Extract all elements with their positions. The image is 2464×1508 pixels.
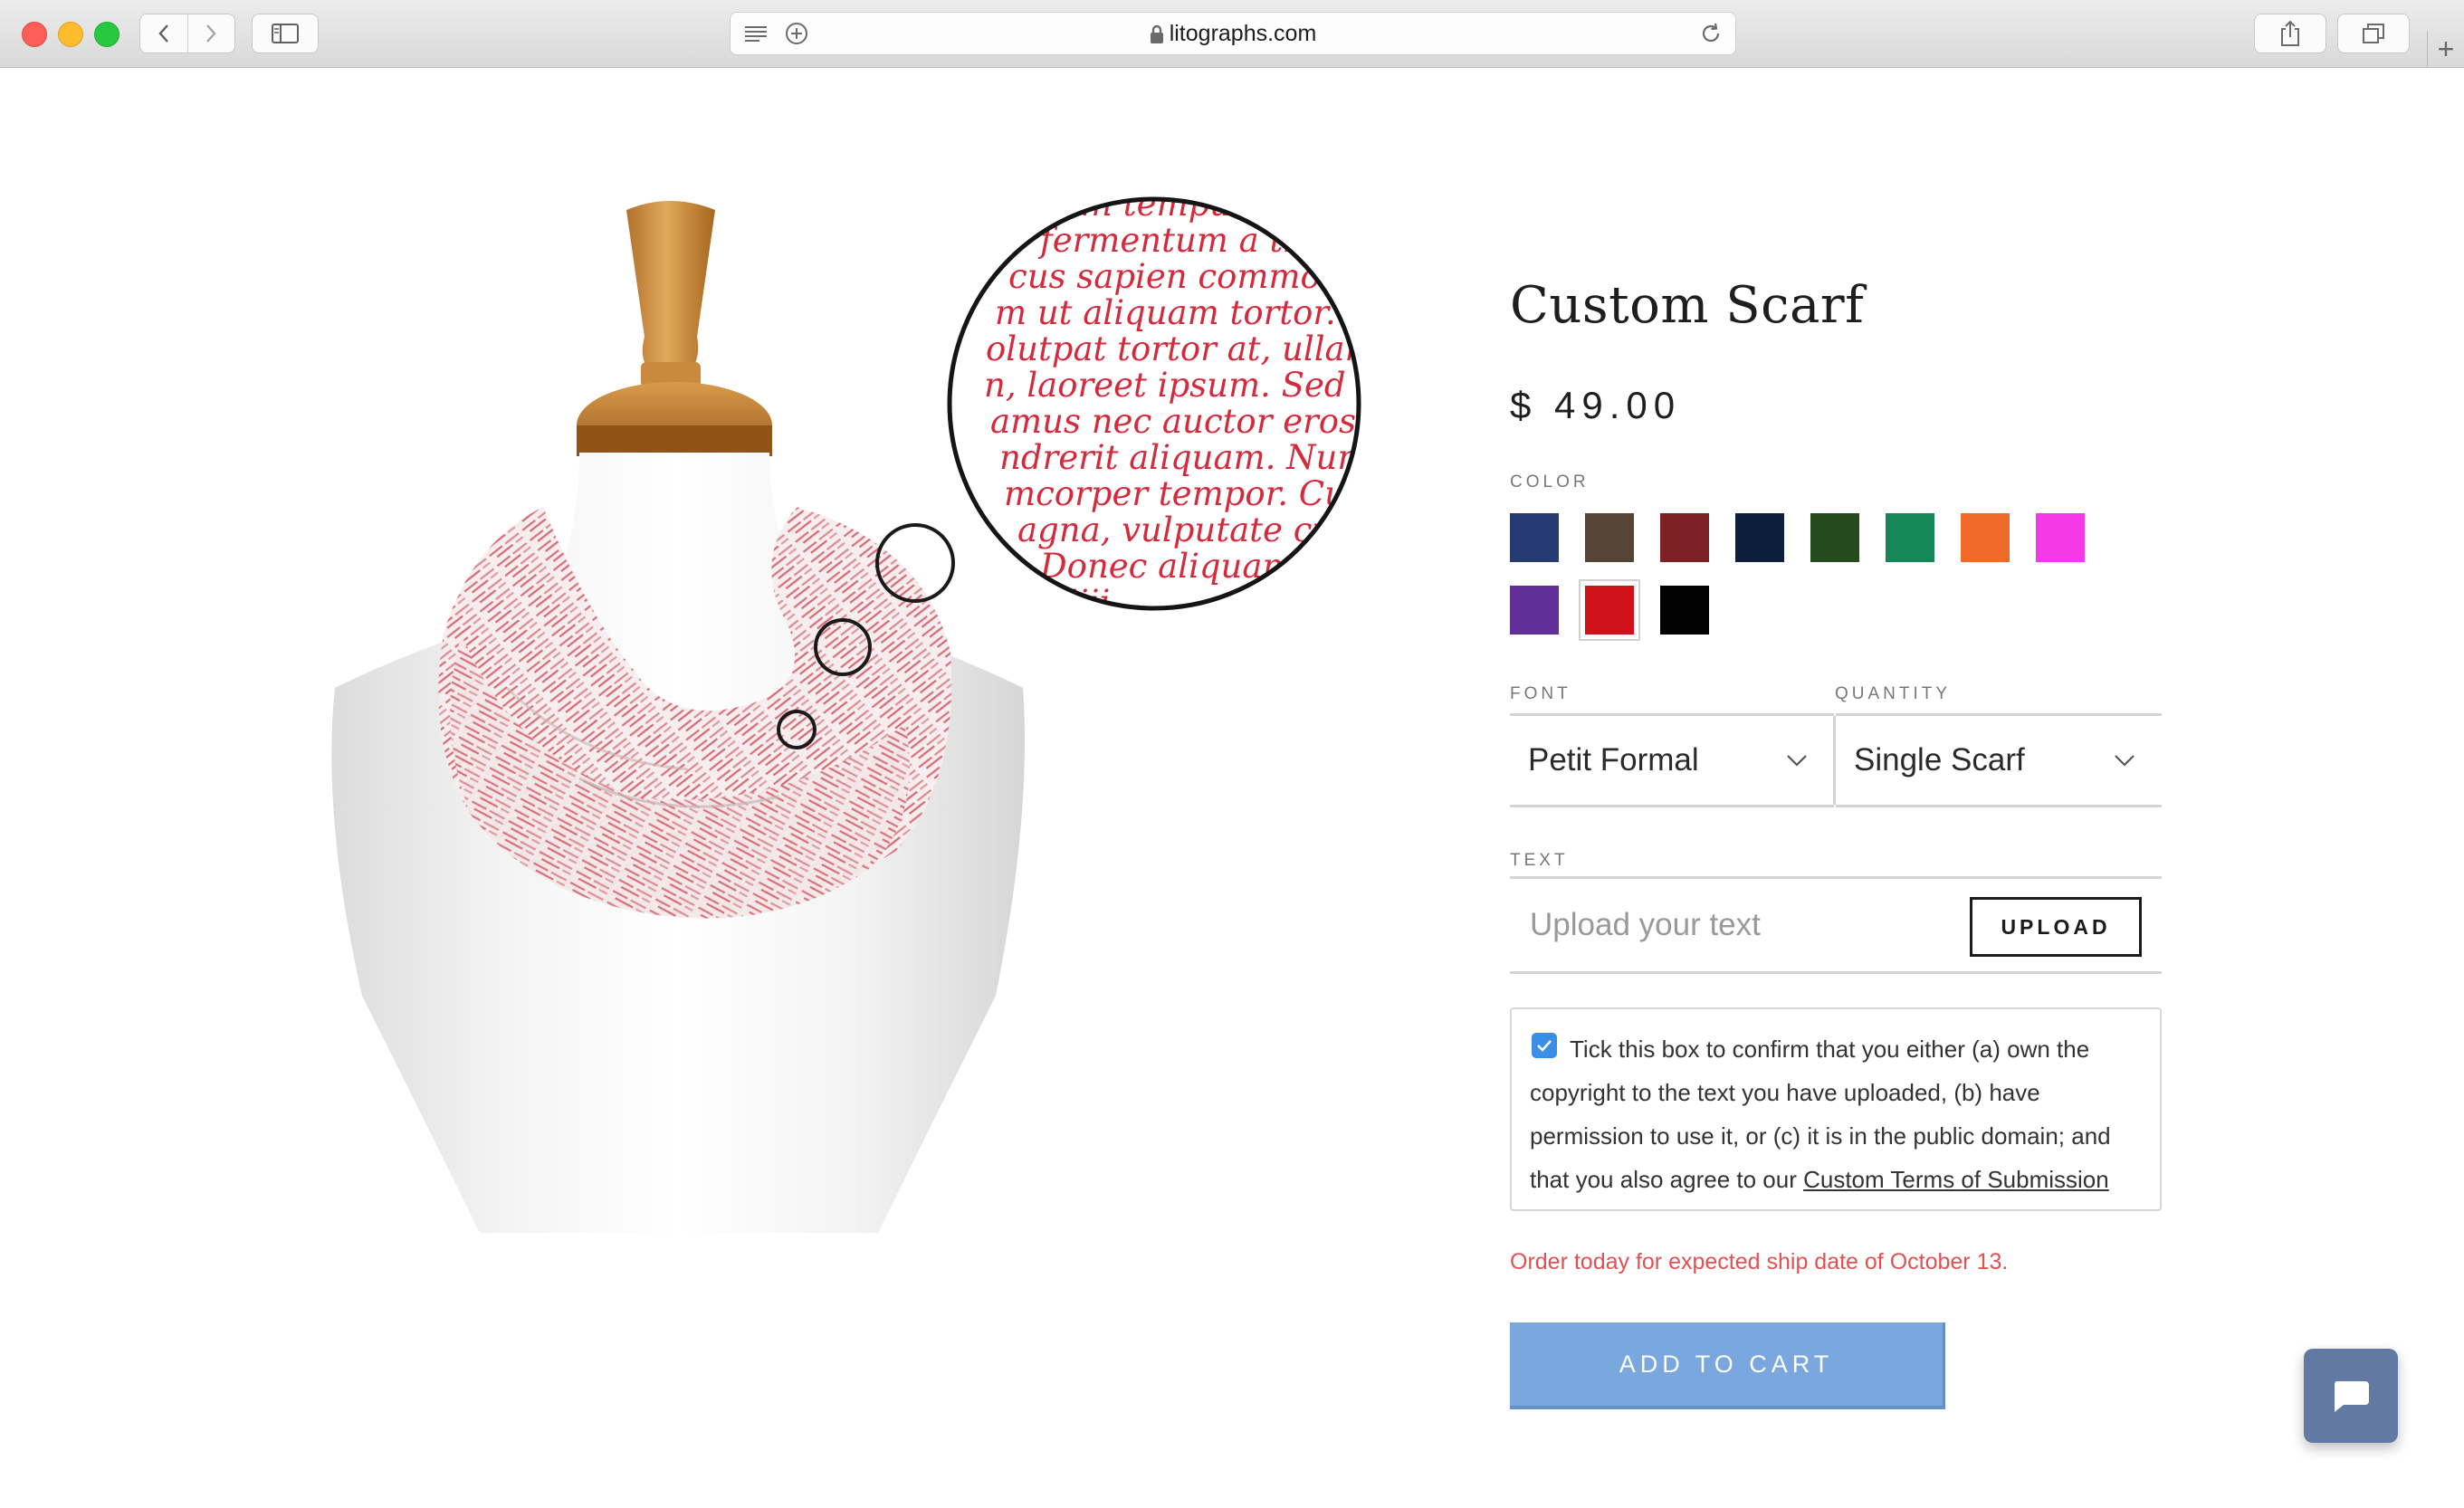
font-label: FONT bbox=[1510, 684, 1571, 703]
reload-icon[interactable] bbox=[1699, 22, 1723, 45]
text-label: TEXT bbox=[1510, 851, 1569, 870]
url-text: litographs.com bbox=[1169, 21, 1317, 46]
consent-text: Tick this box to confirm that you either… bbox=[1530, 1027, 2142, 1201]
chevron-right-icon bbox=[206, 24, 216, 43]
color-swatch-midnight[interactable] bbox=[1735, 513, 1784, 562]
chat-widget-button[interactable] bbox=[2304, 1349, 2398, 1443]
magnified-text-line: cus sapien commodo, s bbox=[1008, 257, 1376, 296]
quantity-label: QUANTITY bbox=[1835, 684, 1952, 703]
magnified-text-line: mcorper tempor. Curabit bbox=[1004, 474, 1376, 513]
color-swatch-purple[interactable] bbox=[1510, 586, 1559, 635]
checkmark-icon bbox=[1537, 1040, 1552, 1052]
product-price: $ 49.00 bbox=[1510, 384, 1682, 426]
product-image: tm tempus pfermentum a tinccus sapien co… bbox=[331, 196, 1376, 1233]
color-swatch-brown[interactable] bbox=[1585, 513, 1634, 562]
color-swatch-navy[interactable] bbox=[1510, 513, 1559, 562]
address-bar[interactable]: litographs.com bbox=[730, 12, 1736, 55]
magnified-text-line: amus nec auctor eros. Nul bbox=[990, 402, 1376, 441]
quantity-select[interactable]: Single Scarf bbox=[1836, 713, 2162, 807]
magnified-text-line: ndrerit aliquam. Nunc po bbox=[999, 438, 1376, 477]
copyright-consent-box: Tick this box to confirm that you either… bbox=[1510, 1007, 2162, 1211]
new-tab-button[interactable]: + bbox=[2427, 31, 2464, 67]
magnified-text-line: olutpat tortor at, ullamcor bbox=[986, 329, 1376, 368]
color-swatch-forest[interactable] bbox=[1810, 513, 1859, 562]
url-display: litographs.com bbox=[731, 13, 1735, 54]
history-nav bbox=[139, 14, 235, 53]
color-swatch-green[interactable] bbox=[1886, 513, 1934, 562]
quantity-select-value: Single Scarf bbox=[1854, 742, 2025, 778]
magnified-text-line: fermentum a tinc bbox=[1037, 221, 1334, 260]
product-title: Custom Scarf bbox=[1510, 276, 1865, 335]
color-swatch-orange[interactable] bbox=[1961, 513, 2010, 562]
magnified-text-line: n, laoreet ipsum. Sed tristiq bbox=[984, 366, 1376, 405]
magnified-text: tm tempus pfermentum a tinccus sapien co… bbox=[984, 199, 1376, 608]
color-swatch-maroon[interactable] bbox=[1660, 513, 1709, 562]
consent-checkbox[interactable] bbox=[1532, 1033, 1557, 1058]
tabs-overview-icon bbox=[2363, 24, 2384, 43]
share-button[interactable] bbox=[2254, 14, 2326, 53]
plus-icon: + bbox=[2437, 32, 2455, 65]
terms-of-submission-link[interactable]: Custom Terms of Submission bbox=[1803, 1166, 2109, 1193]
mannequin-finial bbox=[626, 201, 715, 373]
chevron-left-icon bbox=[158, 24, 168, 43]
font-select[interactable]: Petit Formal bbox=[1510, 713, 1834, 807]
sidebar-icon bbox=[272, 24, 299, 43]
browser-toolbar: litographs.com + bbox=[0, 0, 2464, 68]
sidebar-toggle-button[interactable] bbox=[252, 14, 319, 53]
chat-bubble-icon bbox=[2334, 1381, 2369, 1412]
share-icon bbox=[2281, 20, 2299, 46]
back-button[interactable] bbox=[140, 14, 187, 52]
upload-button[interactable]: UPLOAD bbox=[1970, 897, 2142, 957]
text-input[interactable] bbox=[1528, 897, 1948, 953]
text-upload-row: UPLOAD bbox=[1510, 876, 2162, 974]
forward-button[interactable] bbox=[186, 14, 235, 52]
show-tabs-button[interactable] bbox=[2337, 14, 2410, 53]
minimize-window-button[interactable] bbox=[58, 22, 83, 47]
color-swatch-black[interactable] bbox=[1660, 586, 1709, 635]
shipping-note: Order today for expected ship date of Oc… bbox=[1510, 1249, 2009, 1274]
color-label: COLOR bbox=[1510, 472, 1590, 492]
magnified-text-line: m ut aliquam tortor. Pr bbox=[995, 293, 1376, 332]
lock-icon bbox=[1150, 25, 1163, 44]
color-swatch-red[interactable] bbox=[1579, 579, 1640, 641]
close-window-button[interactable] bbox=[22, 22, 47, 47]
zoom-window-button[interactable] bbox=[94, 22, 119, 47]
add-to-cart-button[interactable]: ADD TO CART bbox=[1510, 1322, 1945, 1409]
color-swatch-magenta[interactable] bbox=[2036, 513, 2085, 562]
chevron-down-icon bbox=[2115, 755, 2135, 767]
chevron-down-icon bbox=[1787, 755, 1807, 767]
font-select-value: Petit Formal bbox=[1528, 742, 1699, 778]
